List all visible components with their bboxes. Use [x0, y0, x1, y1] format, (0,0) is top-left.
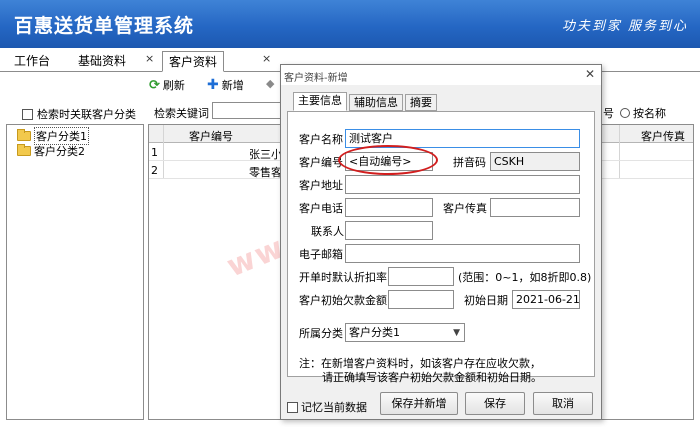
- customer-address-input[interactable]: [345, 175, 580, 194]
- search-by-category-label: 检索时关联客户分类: [37, 108, 136, 121]
- dialog-title: 客户资料-新增: [284, 73, 348, 84]
- contact-label: 联系人: [311, 225, 344, 238]
- chevron-down-icon[interactable]: ▼: [453, 327, 460, 340]
- email-field[interactable]: [345, 244, 580, 263]
- pinyin-code-input[interactable]: CSKH: [490, 152, 580, 171]
- close-icon[interactable]: ✕: [585, 67, 595, 81]
- app-title: 百惠送货单管理系统: [14, 15, 195, 37]
- pinyin-code-label: 拼音码: [453, 156, 486, 169]
- contact-input[interactable]: [345, 221, 433, 240]
- tab-basic-data[interactable]: 基础资料: [72, 51, 132, 72]
- dialog-panel-main: 客户名称 测试客户 客户编号 <自动编号> 拼音码 CSKH 客户地址 客户电话…: [287, 111, 595, 384]
- customer-name-input[interactable]: 测试客户: [345, 129, 580, 148]
- refresh-button[interactable]: ⟳ 刷新: [149, 77, 185, 93]
- tab-customer-data[interactable]: 客户资料: [162, 51, 225, 72]
- checkbox-box[interactable]: [287, 401, 298, 413]
- customer-code-input[interactable]: <自动编号>: [345, 152, 433, 171]
- row-number: 2: [151, 164, 158, 177]
- folder-icon: [17, 144, 31, 156]
- initial-debt-input[interactable]: [388, 290, 454, 309]
- note-line-1: 注：在新增客户资料时，如该客户存在应收欠款，: [299, 357, 541, 370]
- customer-add-dialog: 客户资料-新增 ✕ 主要信息 辅助信息 摘要 客户名称 测试客户 客户编号 <自…: [280, 64, 602, 420]
- category-tree: 客户分类1 客户分类2: [6, 124, 144, 420]
- category-select-value: 客户分类1: [349, 326, 400, 339]
- row-number: 1: [151, 146, 158, 159]
- discount-range-hint: (范围：0~1，如8折即0.8): [458, 271, 592, 284]
- edit-button[interactable]: ◆: [266, 77, 274, 90]
- add-icon: ✚: [207, 77, 219, 93]
- checkbox-box[interactable]: [22, 108, 33, 120]
- column-header-code[interactable]: 客户编号: [189, 128, 233, 144]
- dialog-note: 注：在新增客户资料时，如该客户存在应收欠款， 请正确填写该客户初始欠款金额和初始…: [299, 357, 542, 385]
- customer-code-label: 客户编号: [299, 156, 343, 169]
- tree-item-category-2[interactable]: 客户分类2: [17, 144, 85, 158]
- note-line-2: 请正确填写该客户初始欠款金额和初始日期。: [322, 371, 542, 384]
- tab-aux-info[interactable]: 辅助信息: [349, 94, 403, 111]
- initial-date-label: 初始日期: [464, 294, 508, 307]
- customer-name-label: 客户名称: [299, 133, 343, 146]
- refresh-icon: ⟳: [149, 77, 160, 93]
- customer-address-label: 客户地址: [299, 179, 343, 192]
- category-select[interactable]: 客户分类1 ▼: [345, 323, 465, 342]
- folder-open-icon: [17, 129, 31, 141]
- cancel-button[interactable]: 取消: [533, 392, 593, 415]
- search-by-name-radio[interactable]: 按名称: [620, 105, 666, 121]
- search-by-name-label: 按名称: [633, 107, 666, 120]
- search-keyword-label: 检索关键词: [154, 107, 209, 120]
- refresh-label: 刷新: [162, 79, 185, 92]
- search-option-fragment: 号: [603, 107, 614, 120]
- customer-phone-input[interactable]: [345, 198, 433, 217]
- row-customer-name: 零售客: [249, 166, 282, 179]
- tab-customer-data-close-icon[interactable]: ×: [262, 52, 271, 65]
- tab-workbench[interactable]: 工作台: [8, 51, 56, 72]
- search-keyword-input[interactable]: [212, 102, 282, 119]
- tab-summary[interactable]: 摘要: [405, 94, 437, 111]
- default-discount-input[interactable]: [388, 267, 454, 286]
- customer-fax-input[interactable]: [490, 198, 580, 217]
- app-titlebar: 百惠送货单管理系统 功夫到家 服务到心: [0, 0, 700, 48]
- save-and-new-button[interactable]: 保存并新增: [380, 392, 458, 415]
- edit-icon: ◆: [266, 77, 275, 90]
- initial-date-input[interactable]: 2021-06-21: [512, 290, 580, 309]
- remember-data-checkbox[interactable]: 记忆当前数据: [287, 399, 367, 415]
- add-button[interactable]: ✚ 新增: [207, 77, 244, 93]
- category-label: 所属分类: [299, 327, 343, 340]
- tree-item-category-1[interactable]: 客户分类1: [17, 127, 89, 145]
- customer-phone-label: 客户电话: [299, 202, 343, 215]
- customer-fax-label: 客户传真: [443, 202, 487, 215]
- email-label: 电子邮箱: [299, 248, 343, 261]
- tab-main-info[interactable]: 主要信息: [293, 92, 347, 111]
- remember-data-label: 记忆当前数据: [301, 401, 367, 414]
- radio-circle[interactable]: [620, 108, 630, 118]
- default-discount-label: 开单时默认折扣率: [299, 271, 387, 284]
- row-customer-name: 张三小: [249, 148, 282, 161]
- search-by-category-checkbox[interactable]: 检索时关联客户分类: [22, 106, 136, 122]
- add-label: 新增: [221, 79, 244, 92]
- dialog-titlebar[interactable]: 客户资料-新增 ✕: [281, 65, 601, 85]
- tree-item-label: 客户分类2: [34, 145, 85, 158]
- save-button[interactable]: 保存: [465, 392, 525, 415]
- tab-basic-data-close-icon[interactable]: ×: [145, 52, 154, 65]
- column-header-fax[interactable]: 客户传真: [641, 128, 685, 144]
- app-slogan: 功夫到家 服务到心: [561, 19, 688, 34]
- initial-debt-label: 客户初始欠款金额: [299, 294, 387, 307]
